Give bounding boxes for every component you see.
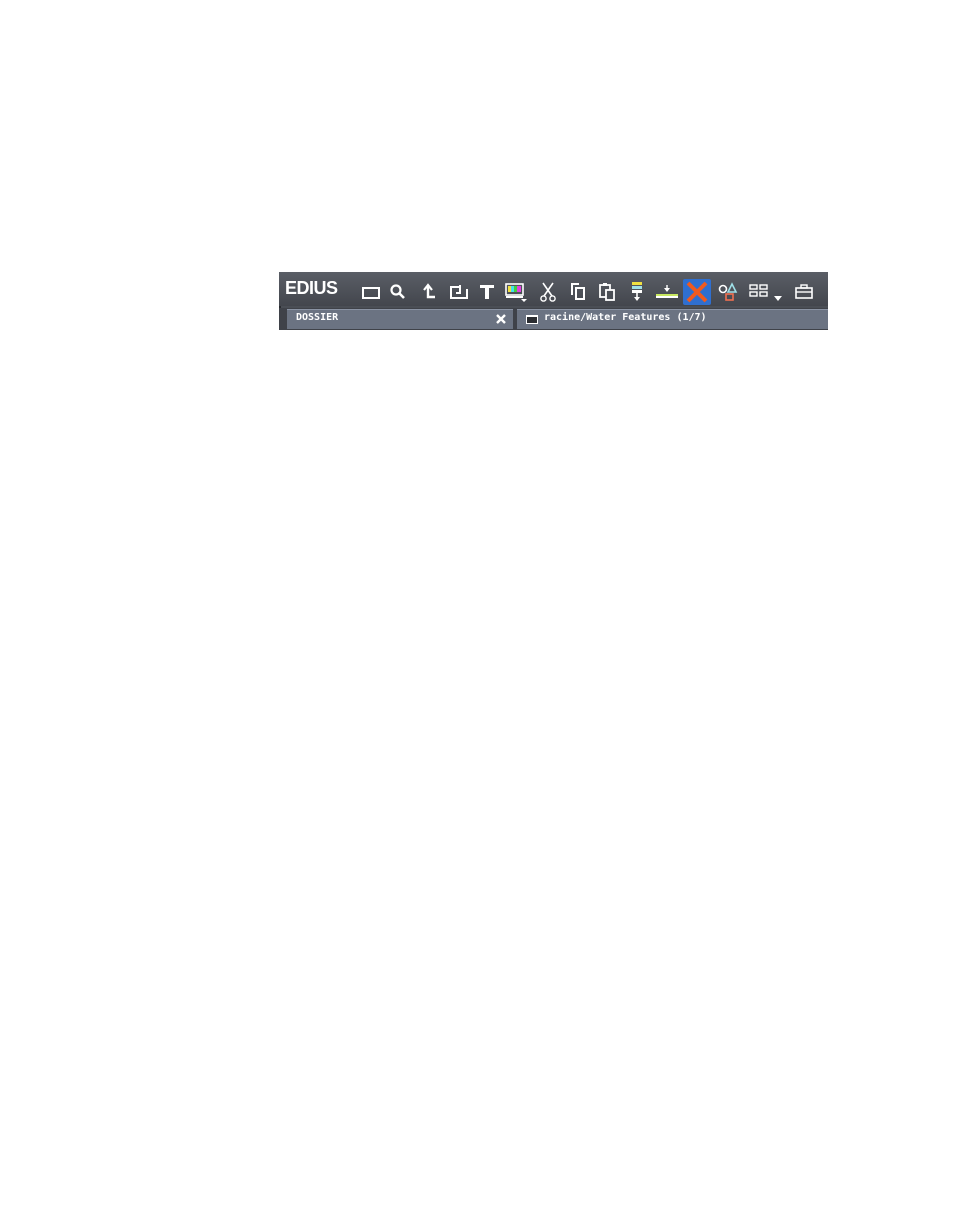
paste-button[interactable] [595, 280, 619, 304]
folder-icon [362, 287, 380, 299]
properties-shapes-icon [718, 282, 738, 301]
view-grid-icon [749, 284, 782, 301]
open-clip-button[interactable] [447, 280, 471, 304]
toolbox-button[interactable] [792, 280, 816, 304]
delete-button[interactable] [683, 279, 711, 305]
bin-toolbar: EDIUS [279, 272, 828, 306]
search-icon [390, 284, 405, 299]
folder-tree-tab[interactable]: DOSSIER [287, 309, 513, 329]
new-folder-button[interactable] [359, 280, 383, 304]
bin-tab-bar: DOSSIER racine/Water Features (1/7) [279, 308, 828, 330]
edius-logo: EDIUS [285, 278, 338, 298]
asset-bin-window: EDIUS DOSSIER racine/Water Features (1/7… [279, 272, 828, 330]
copy-icon [571, 283, 585, 300]
delete-x-icon [686, 281, 708, 303]
copy-button[interactable] [566, 280, 590, 304]
scissors-icon [540, 282, 556, 302]
search-button[interactable] [386, 280, 410, 304]
color-bars-icon [505, 283, 527, 302]
current-folder-tab[interactable]: racine/Water Features (1/7) [517, 309, 828, 329]
player-line-icon [656, 285, 678, 298]
insert-timeline-icon [632, 282, 642, 301]
folder-tab-label: DOSSIER [296, 312, 339, 323]
open-clip-icon [450, 285, 468, 299]
show-in-player-button[interactable] [655, 280, 679, 304]
paste-icon [599, 283, 615, 301]
folder-icon [526, 315, 538, 324]
add-to-timeline-button[interactable] [625, 280, 649, 304]
new-sequence-button[interactable] [504, 280, 528, 304]
add-title-button[interactable] [475, 280, 499, 304]
cut-button[interactable] [536, 280, 560, 304]
up-arrow-icon [423, 283, 435, 299]
close-icon[interactable] [495, 312, 507, 326]
properties-button[interactable] [716, 280, 740, 304]
folder-path-label: racine/Water Features (1/7) [544, 312, 707, 323]
view-button[interactable] [747, 280, 787, 304]
toolbox-icon [795, 284, 813, 299]
up-level-button[interactable] [417, 280, 441, 304]
title-t-icon [480, 285, 494, 299]
